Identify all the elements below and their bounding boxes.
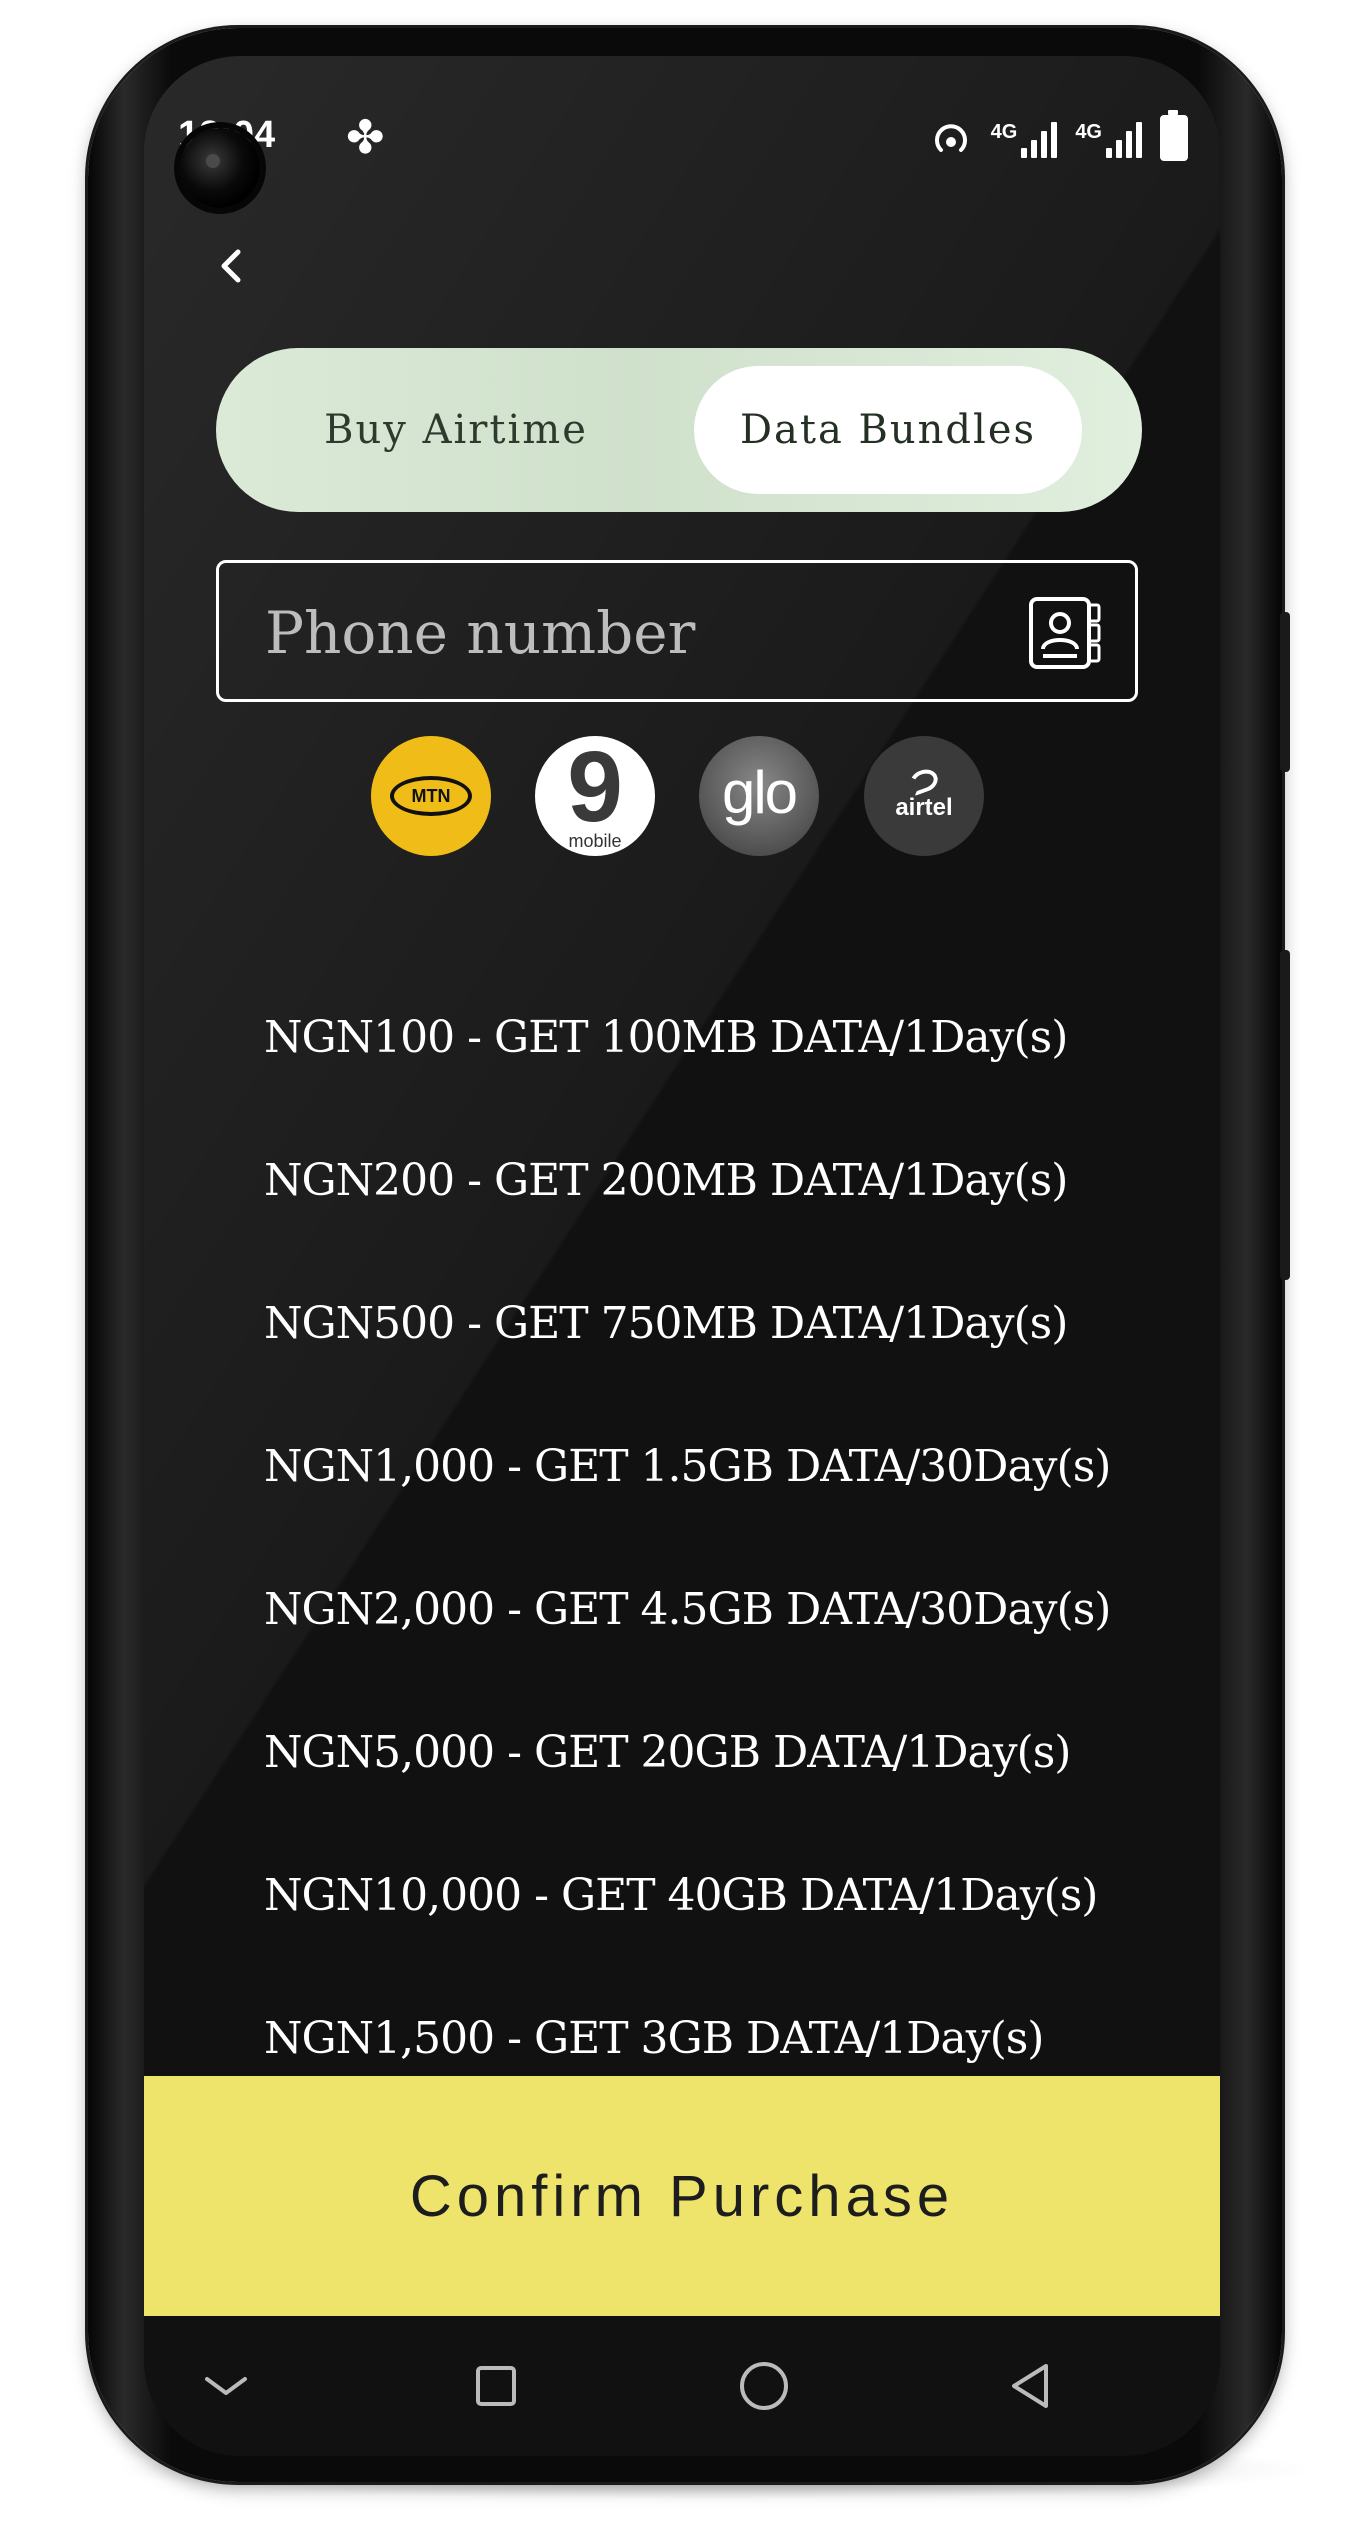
- 9mobile-word: mobile: [568, 831, 622, 851]
- signal-bars-2-icon: [1106, 118, 1142, 158]
- app-screen: 12:04 ✤ 4G 4G: [144, 56, 1220, 2456]
- glo-logo: glo: [721, 758, 798, 826]
- system-nav-bar: [144, 2316, 1220, 2456]
- bundle-option[interactable]: NGN500 - GET 750MB DATA/1Day(s): [264, 1284, 1068, 1364]
- power-button: [1280, 612, 1290, 772]
- triangle-back-icon: [1012, 2364, 1048, 2408]
- square-icon: [476, 2366, 516, 2406]
- bundle-option[interactable]: NGN1,000 - GET 1.5GB DATA/30Day(s): [264, 1427, 1111, 1507]
- phone-number-field: [216, 560, 1138, 702]
- front-camera: [180, 128, 260, 208]
- 9mobile-digit: 9: [567, 736, 623, 843]
- chevron-down-icon: [205, 2377, 247, 2395]
- confirm-purchase-button[interactable]: Confirm Purchase: [144, 2076, 1220, 2316]
- hotspot-icon: [934, 124, 967, 152]
- battery-icon: [1160, 110, 1188, 161]
- bundle-option[interactable]: NGN2,000 - GET 4.5GB DATA/30Day(s): [264, 1570, 1111, 1650]
- mode-toggle: Buy Airtime Data Bundles: [216, 348, 1142, 512]
- airtel-logo: airtel: [895, 765, 953, 822]
- airtel-word: airtel: [895, 794, 953, 821]
- chevron-left-icon: [221, 249, 241, 283]
- nav-collapse-button[interactable]: [186, 2346, 266, 2426]
- circle-icon: [740, 2362, 788, 2410]
- contacts-button[interactable]: [1025, 593, 1105, 673]
- bundle-option[interactable]: NGN200 - GET 200MB DATA/1Day(s): [264, 1141, 1068, 1221]
- status-bar: 12:04 ✤ 4G 4G: [178, 108, 1188, 168]
- mtn-logo: MTN: [390, 776, 472, 816]
- 9mobile-logo: 9 mobile: [535, 736, 655, 856]
- device-frame: 12:04 ✤ 4G 4G: [0, 0, 1370, 2534]
- signal-bars-1-icon: [1021, 118, 1058, 158]
- airtel-swirl-icon: [907, 765, 941, 797]
- nav-recents-button[interactable]: [456, 2346, 536, 2426]
- phone-number-input[interactable]: [263, 587, 1007, 679]
- nav-home-button[interactable]: [724, 2346, 804, 2426]
- carrier-airtel[interactable]: airtel: [864, 736, 984, 856]
- network-label-2: 4G: [1075, 121, 1102, 143]
- bundle-option[interactable]: NGN10,000 - GET 40GB DATA/1Day(s): [264, 1856, 1098, 1936]
- tab-buy-airtime[interactable]: Buy Airtime: [256, 366, 656, 494]
- nav-back-button[interactable]: [990, 2346, 1070, 2426]
- signal-1: 4G: [991, 118, 1058, 158]
- network-label-1: 4G: [990, 121, 1018, 143]
- back-button[interactable]: [202, 236, 262, 296]
- bundle-option[interactable]: NGN100 - GET 100MB DATA/1Day(s): [264, 998, 1068, 1078]
- signal-2: 4G: [1075, 118, 1142, 158]
- bundle-option[interactable]: NGN1,500 - GET 3GB DATA/1Day(s): [264, 1999, 1044, 2076]
- carrier-glo[interactable]: glo: [699, 736, 819, 856]
- volume-button: [1280, 950, 1290, 1280]
- contact-book-icon: [1029, 597, 1101, 669]
- fan-icon: ✤: [346, 111, 385, 163]
- tab-data-bundles[interactable]: Data Bundles: [694, 366, 1082, 494]
- status-icons: 4G 4G: [929, 108, 1188, 168]
- bundle-option[interactable]: NGN5,000 - GET 20GB DATA/1Day(s): [264, 1713, 1071, 1793]
- carrier-mtn[interactable]: MTN: [371, 736, 491, 856]
- carrier-9mobile[interactable]: 9 mobile: [535, 736, 655, 856]
- bundle-list: NGN100 - GET 100MB DATA/1Day(s) NGN200 -…: [144, 946, 1220, 2076]
